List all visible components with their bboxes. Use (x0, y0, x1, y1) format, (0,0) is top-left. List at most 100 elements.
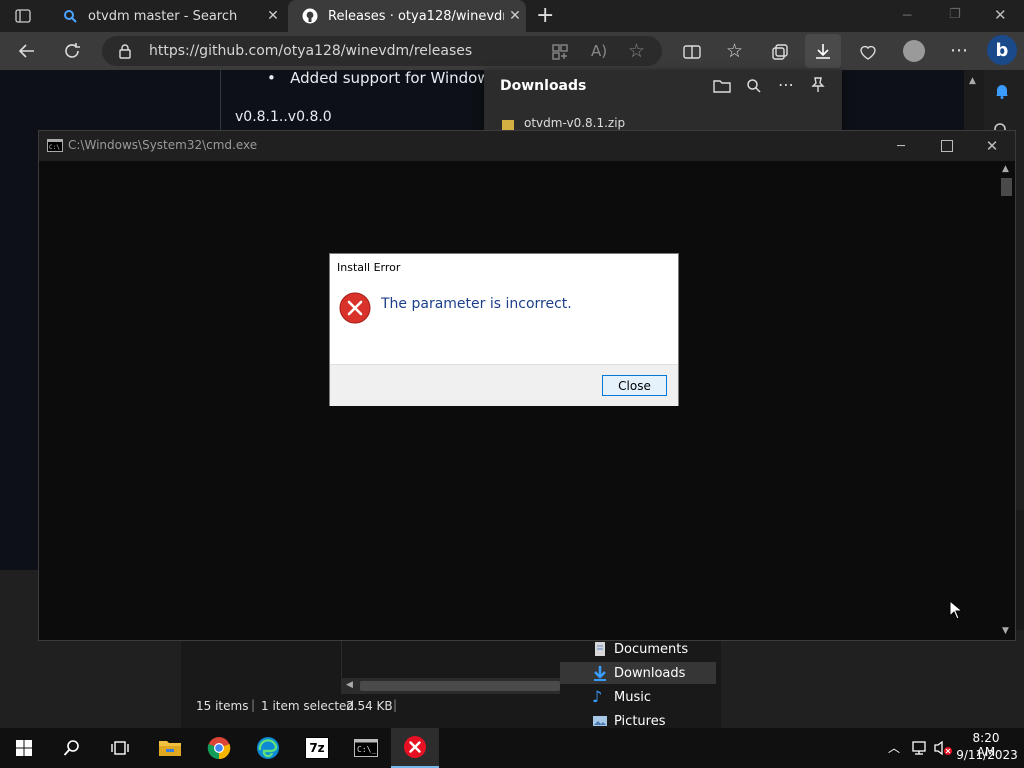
chrome-taskbar-button[interactable] (195, 728, 243, 768)
chrome-icon (207, 737, 231, 760)
cmd-scroll-up-icon[interactable]: ▲ (1002, 164, 1009, 174)
network-icon[interactable] (911, 740, 929, 756)
mouse-cursor-icon (949, 600, 963, 620)
folder-icon (159, 741, 181, 756)
scroll-left-icon[interactable]: ◀ (346, 680, 353, 690)
cmd-scroll-down-icon[interactable]: ▼ (1002, 626, 1009, 636)
close-tab-icon[interactable]: ✕ (262, 8, 284, 24)
back-icon[interactable] (17, 41, 37, 61)
bing-copilot-icon[interactable]: b (987, 35, 1017, 65)
dialog-title: Install Error (337, 261, 401, 274)
documents-icon (595, 642, 605, 656)
minimize-browser-icon[interactable]: ─ (903, 8, 911, 24)
download-file-name[interactable]: otvdm-v0.8.1.zip (524, 116, 625, 130)
tab-releases[interactable]: Releases · otya128/winevdm ✕ (288, 0, 526, 32)
show-hidden-icons-icon[interactable]: ︿ (888, 739, 900, 756)
cmd-maximize-button[interactable] (924, 131, 970, 161)
status-separator: | (393, 698, 398, 712)
refresh-icon[interactable] (62, 41, 82, 61)
install-error-taskbar-button[interactable] (391, 728, 439, 768)
start-button[interactable] (0, 728, 48, 768)
cmd-minimize-button[interactable]: ─ (878, 131, 924, 161)
tab-label: Releases · otya128/winevdm (328, 8, 504, 24)
svg-text:C:\_: C:\_ (357, 745, 376, 754)
taskbar-search-button[interactable] (48, 728, 96, 768)
browser-essentials-icon[interactable] (858, 42, 878, 62)
volume-muted-icon[interactable] (933, 740, 953, 756)
close-tab-icon[interactable]: ✕ (504, 8, 526, 24)
downloads-icon[interactable] (805, 34, 841, 68)
downloads-search-icon[interactable] (746, 78, 762, 94)
release-note-bullet: • Added support for Windows H (267, 69, 514, 87)
tab-actions-icon[interactable] (14, 7, 32, 25)
open-folder-icon[interactable] (713, 78, 731, 94)
nav-item-label: Pictures (614, 713, 666, 729)
task-view-icon (111, 741, 129, 755)
close-icon: ✕ (985, 137, 999, 155)
cmd-taskbar-button[interactable]: C:\_ (342, 728, 390, 768)
error-icon (339, 292, 371, 324)
status-separator: | (251, 698, 256, 712)
new-tab-button[interactable]: + (536, 3, 554, 28)
downloads-panel-title: Downloads (500, 78, 587, 94)
explorer-scroll-thumb[interactable] (360, 681, 560, 691)
pictures-icon (593, 716, 607, 726)
lock-icon[interactable] (118, 43, 132, 59)
windows-icon (16, 740, 32, 756)
cmd-window-title: C:\Windows\System32\cmd.exe (68, 138, 258, 152)
7zip-icon: 7z (305, 737, 329, 759)
app-available-icon[interactable] (550, 42, 570, 62)
release-note-text: Added support for Windows H (290, 69, 514, 87)
status-item-count: 15 items (196, 699, 249, 713)
profile-avatar[interactable] (903, 40, 925, 62)
svg-text:C:\: C:\ (49, 144, 60, 151)
split-screen-icon[interactable] (682, 42, 702, 62)
close-browser-icon[interactable]: ✕ (994, 6, 1007, 24)
favorites-icon[interactable]: ☆ (726, 40, 743, 62)
url-text[interactable]: https://github.com/otya128/winevdm/relea… (149, 43, 472, 59)
dialog-message: The parameter is incorrect. (381, 296, 572, 312)
nav-item-music[interactable]: ♪ Music (560, 686, 716, 708)
status-selected: 1 item selected (261, 699, 355, 713)
search-icon (64, 10, 77, 23)
nav-item-downloads[interactable]: Downloads (560, 662, 716, 684)
favorite-star-icon[interactable]: ☆ (628, 40, 645, 62)
nav-item-label: Documents (614, 641, 689, 657)
nav-item-label: Downloads (614, 665, 686, 681)
downloads-more-icon[interactable]: ⋯ (778, 75, 794, 94)
nav-item-documents[interactable]: Documents (560, 638, 716, 660)
music-icon: ♪ (592, 687, 603, 706)
cmd-icon: C:\ (47, 139, 63, 152)
pin-icon[interactable] (810, 76, 826, 94)
read-aloud-icon[interactable]: A) (591, 42, 607, 60)
search-icon (63, 740, 79, 756)
collections-icon[interactable] (770, 42, 790, 62)
clock-date[interactable]: 9/11/2023 (956, 748, 1018, 762)
minimize-icon: ─ (897, 138, 905, 154)
more-options-icon[interactable]: ⋯ (950, 40, 968, 61)
explorer-status-bar: 15 items | 1 item selected 2.54 KB | (181, 694, 561, 718)
7zip-taskbar-button[interactable]: 7z (293, 728, 341, 768)
cmd-vertical-scrollbar[interactable] (998, 162, 1015, 640)
web-page-left-column (0, 70, 221, 130)
task-view-button[interactable] (96, 728, 144, 768)
downloads-folder-icon (594, 666, 606, 681)
zip-file-icon (502, 120, 514, 130)
version-range-link[interactable]: v0.8.1..v0.8.0 (235, 109, 332, 125)
maximize-icon (941, 140, 953, 152)
file-explorer-taskbar-button[interactable] (146, 728, 194, 768)
tab-label: otvdm master - Search (88, 8, 238, 24)
restore-browser-icon[interactable]: ❐ (949, 7, 961, 22)
edge-taskbar-button[interactable] (244, 728, 292, 768)
cmd-scroll-thumb[interactable] (1001, 178, 1012, 196)
scroll-up-icon[interactable]: ▲ (969, 76, 976, 86)
close-button[interactable]: Close (602, 375, 667, 396)
github-icon (302, 8, 318, 24)
edge-icon (257, 737, 279, 759)
cmd-close-button[interactable]: ✕ (969, 131, 1015, 161)
notification-bell-icon[interactable] (993, 82, 1011, 100)
tab-otvdm-search[interactable]: otvdm master - Search ✕ (48, 0, 284, 32)
status-size: 2.54 KB (346, 699, 393, 713)
explorer-blank-area (181, 640, 342, 690)
cmd-icon: C:\_ (354, 739, 378, 757)
